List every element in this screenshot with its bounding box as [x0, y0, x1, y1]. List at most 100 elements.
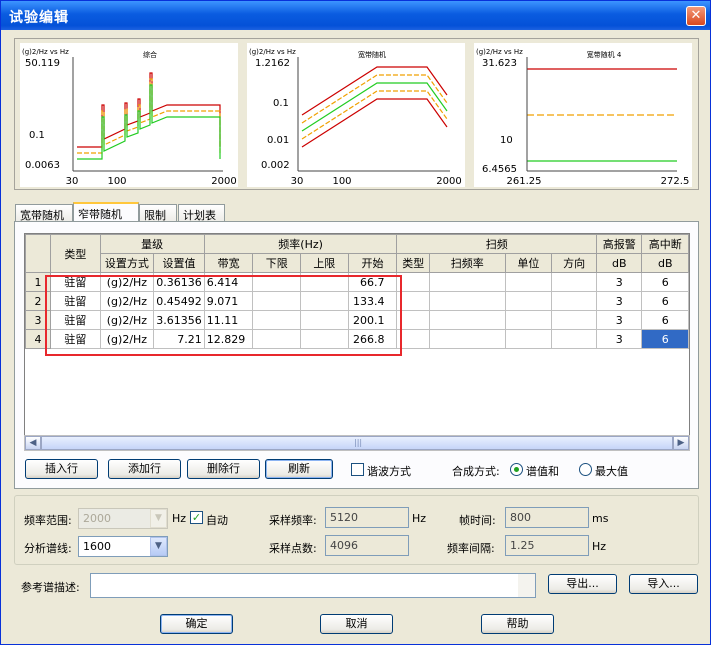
analysis-lines-select[interactable]: 1600 ▼ — [78, 536, 168, 557]
grid-sub-header-row: 设置方式 设置值 带宽 下限 上限 开始 类型 扫频率 单位 方向 dB dB — [26, 253, 689, 273]
auto-checkbox[interactable]: ✓ — [190, 511, 203, 524]
column-header[interactable]: 设置值 — [153, 253, 205, 273]
y-tick-label: 10 — [500, 135, 513, 146]
column-header[interactable]: 带宽 — [203, 253, 254, 273]
cell-sweep-rate[interactable] — [429, 272, 506, 292]
chart-title: 综合 — [143, 50, 157, 59]
y-tick-label: 50.119 — [25, 58, 60, 69]
refresh-button[interactable]: 刷新 — [265, 459, 333, 479]
column-header[interactable]: 设置方式 — [99, 253, 155, 273]
freq-range-unit: Hz — [172, 512, 187, 525]
column-header[interactable]: 类型 — [50, 234, 101, 273]
sample-points-field: 4096 — [325, 535, 409, 556]
cell-direction[interactable] — [551, 310, 597, 330]
x-tick-label: 2000 — [211, 176, 236, 187]
column-group-header: 扫频 — [396, 234, 597, 254]
chevron-down-icon[interactable]: ▼ — [150, 537, 167, 556]
column-group-header: 高报警 — [595, 234, 643, 254]
tab-broadband-random[interactable]: 宽带随机 — [15, 204, 73, 222]
sample-rate-unit: Hz — [412, 512, 427, 525]
arrow-left-icon[interactable]: ◀ — [25, 436, 41, 450]
cell-unit[interactable] — [504, 272, 553, 292]
scrollbar-thumb[interactable]: ||| — [41, 436, 673, 450]
synthesis-sum-label: 谱值和 — [526, 465, 559, 478]
cell-alarm[interactable]: 3 — [595, 310, 643, 330]
title-bar[interactable]: 试验编辑 ✕ — [1, 1, 710, 30]
cell-alarm[interactable]: 3 — [595, 329, 643, 349]
cell-sweep-rate[interactable] — [429, 329, 506, 349]
alarm-line — [77, 78, 221, 154]
auto-label: 自动 — [206, 514, 228, 527]
tab-limit[interactable]: 限制 — [139, 204, 177, 222]
cell-alarm[interactable]: 3 — [595, 291, 643, 311]
cell-abort[interactable]: 6 — [641, 310, 689, 330]
column-header[interactable]: 扫频率 — [429, 253, 506, 273]
cell-abort-selected[interactable]: 6 — [641, 329, 689, 349]
frame-time-label: 帧时间: — [459, 514, 496, 527]
x-tick-label: 30 — [291, 176, 304, 187]
column-group-header: 高中断 — [641, 234, 689, 254]
y-tick-label: 0.0063 — [25, 160, 60, 171]
cancel-button[interactable]: 取消 — [320, 614, 393, 634]
chart-composite-svg: (g)2/Hz vs Hz 综合 50.119 0.1 0.0063 30 10… — [22, 48, 237, 187]
textarea-scrollbar[interactable] — [518, 574, 535, 597]
cell-unit[interactable] — [504, 329, 553, 349]
column-header[interactable]: dB — [641, 253, 689, 273]
x-tick-label: 272.5 — [661, 176, 690, 187]
y-tick-label: 6.4565 — [482, 164, 517, 175]
freq-interval-unit: Hz — [592, 540, 607, 553]
column-header[interactable]: 上限 — [300, 253, 349, 273]
cell-direction[interactable] — [551, 272, 597, 292]
cell-direction[interactable] — [551, 329, 597, 349]
help-button[interactable]: 帮助 — [481, 614, 554, 634]
column-header[interactable]: 单位 — [504, 253, 553, 273]
tab-narrowband-random[interactable]: 窄带随机 — [73, 202, 139, 223]
cell-unit[interactable] — [504, 291, 553, 311]
profile-line — [301, 82, 448, 132]
charts-panel: (g)2/Hz vs Hz 综合 50.119 0.1 0.0063 30 10… — [14, 38, 699, 190]
sample-points-label: 采样点数: — [269, 542, 317, 555]
synthesis-max-radio[interactable] — [579, 463, 592, 476]
reference-description-input[interactable] — [90, 573, 536, 598]
delete-row-button[interactable]: 删除行 — [187, 459, 260, 479]
close-icon[interactable]: ✕ — [686, 6, 706, 26]
column-header[interactable]: 下限 — [252, 253, 302, 273]
y-tick-label: 31.623 — [482, 58, 517, 69]
chart-broadband-4: (g)2/Hz vs Hz 宽带随机 4 31.623 10 6.4565 26… — [474, 43, 692, 187]
y-tick-label: 0.01 — [267, 135, 289, 146]
harmonic-checkbox[interactable] — [351, 463, 364, 476]
cell-sweep-rate[interactable] — [429, 310, 506, 330]
cell-direction[interactable] — [551, 291, 597, 311]
sample-rate-label: 采样频率: — [269, 514, 317, 527]
cell-unit[interactable] — [504, 310, 553, 330]
chart-title: 宽带随机 4 — [587, 50, 622, 59]
cell-alarm[interactable]: 3 — [595, 272, 643, 292]
chart-title: 宽带随机 — [358, 50, 386, 59]
test-edit-dialog: 试验编辑 ✕ (g)2/Hz vs Hz 综合 50.119 0.1 0.006… — [0, 0, 711, 645]
abort-line-lower — [301, 98, 448, 148]
insert-row-button[interactable]: 插入行 — [25, 459, 98, 479]
cell-abort[interactable]: 6 — [641, 272, 689, 292]
tab-schedule[interactable]: 计划表 — [178, 204, 225, 222]
arrow-right-icon[interactable]: ▶ — [673, 436, 689, 450]
column-header[interactable]: 开始 — [347, 253, 398, 273]
scrollbar-grip: ||| — [354, 438, 363, 447]
y-tick-label: 0.1 — [273, 98, 289, 109]
frame-time-field: 800 — [505, 507, 589, 528]
column-header[interactable]: 方向 — [551, 253, 597, 273]
synthesis-sum-radio[interactable] — [510, 463, 523, 476]
alarm-line-lower — [301, 90, 448, 140]
cell-abort[interactable]: 6 — [641, 291, 689, 311]
column-group-header: 频率(Hz) — [203, 234, 398, 254]
synthesis-max-label: 最大值 — [595, 465, 628, 478]
export-button[interactable]: 导出... — [548, 574, 617, 594]
import-button[interactable]: 导入... — [629, 574, 698, 594]
cell-sweep-rate[interactable] — [429, 291, 506, 311]
column-header[interactable]: 类型 — [396, 253, 431, 273]
harmonic-label: 谐波方式 — [367, 465, 411, 478]
ok-button[interactable]: 确定 — [160, 614, 233, 634]
sample-rate-field: 5120 — [325, 507, 409, 528]
column-header[interactable]: dB — [595, 253, 643, 273]
add-row-button[interactable]: 添加行 — [108, 459, 181, 479]
grid-horizontal-scrollbar[interactable]: ◀ ||| ▶ — [24, 435, 690, 451]
